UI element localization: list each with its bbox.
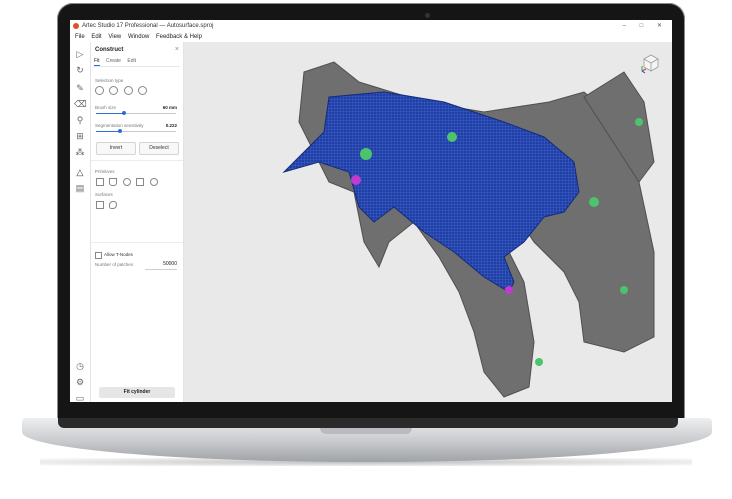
cylinder-icon[interactable] <box>96 178 104 186</box>
triangle-icon[interactable]: △ <box>74 166 86 178</box>
surfaces-group <box>96 201 121 211</box>
app-logo-icon <box>73 23 79 29</box>
brush-size-value: 60 mm <box>162 105 177 110</box>
tab-create[interactable]: Create <box>106 58 121 65</box>
brush-size-knob[interactable] <box>122 111 126 115</box>
allow-t-nodes-label: Allow T-Nodes <box>104 252 133 257</box>
torus-icon[interactable] <box>149 178 158 186</box>
panel-tabs: Fit Create Edit <box>94 58 180 67</box>
segmentation-knob[interactable] <box>118 129 122 133</box>
title-bar: Artec Studio 17 Professional — Autosurfa… <box>70 20 672 32</box>
window-title: Artec Studio 17 Professional — Autosurfa… <box>82 23 214 29</box>
layers-icon[interactable]: ▤ <box>74 182 86 194</box>
segmentation-value: 0.222 <box>165 123 177 128</box>
selection-type-group <box>95 86 151 97</box>
brush-size-label: Brush size <box>95 105 117 110</box>
3d-viewport[interactable] <box>184 42 672 402</box>
panel-divider <box>91 160 183 161</box>
segmentation-slider[interactable] <box>96 129 176 133</box>
lasso-select-icon[interactable] <box>95 86 104 95</box>
screen: Artec Studio 17 Professional — Autosurfa… <box>70 20 672 402</box>
brush-select-icon[interactable] <box>109 86 119 95</box>
left-toolbar: ▷ ↻ ✎ ⌫ ⚲ ⊞ ⁂ △ ▤ ◷ ⚙ ▭ <box>70 42 91 402</box>
window-controls[interactable]: – □ ✕ <box>623 22 668 29</box>
tab-edit[interactable]: Edit <box>127 58 136 65</box>
plane-icon[interactable] <box>136 178 145 186</box>
menu-edit[interactable]: Edit <box>91 34 101 40</box>
sphere-icon[interactable] <box>122 178 131 186</box>
history-icon[interactable]: ↻ <box>74 64 86 76</box>
brush-size-slider[interactable] <box>96 111 176 115</box>
grid-icon[interactable]: ⊞ <box>74 130 86 142</box>
primitives-label: Primitives <box>95 169 115 174</box>
pattern-icon[interactable]: ⁂ <box>74 146 86 158</box>
clock-icon[interactable]: ◷ <box>74 360 86 372</box>
model-canvas <box>282 61 655 398</box>
close-icon[interactable]: × <box>175 46 179 53</box>
fit-cylinder-button[interactable]: Fit cylinder <box>99 387 175 398</box>
blob-surface-icon[interactable] <box>109 201 118 209</box>
freeform-surface-icon[interactable] <box>96 201 104 209</box>
menu-feedback-help[interactable]: Feedback & Help <box>156 34 202 40</box>
laptop-notch <box>320 428 412 434</box>
segmentation-label: Segmentation sensitivity <box>95 123 144 128</box>
primitives-group <box>96 178 162 188</box>
patches-field[interactable]: 50000 <box>145 261 177 270</box>
laptop-hinge <box>58 418 678 428</box>
segmentation-fill <box>96 131 120 132</box>
webcam <box>425 13 430 18</box>
patches-label: Number of patches <box>95 262 134 267</box>
menu-view[interactable]: View <box>108 34 121 40</box>
chat-icon[interactable]: ▭ <box>74 392 86 402</box>
deselect-button[interactable]: Deselect <box>139 142 179 155</box>
settings-icon[interactable]: ⚙ <box>74 376 86 388</box>
rect-select-icon[interactable] <box>123 86 133 95</box>
construct-panel: Construct × Fit Create Edit Selection ty… <box>91 42 184 402</box>
menu-window[interactable]: Window <box>128 34 149 40</box>
invert-button[interactable]: Invert <box>96 142 136 155</box>
menu-file[interactable]: File <box>75 34 85 40</box>
brush-size-fill <box>96 113 124 114</box>
view-cube-icon[interactable] <box>640 52 662 74</box>
cone-icon[interactable] <box>109 178 118 186</box>
panel-title: Construct <box>95 47 124 53</box>
selection-type-label: Selection type <box>95 78 124 83</box>
smart-select-icon[interactable] <box>138 86 148 95</box>
surfaces-label: Surfaces <box>95 192 113 197</box>
tab-fit[interactable]: Fit <box>94 58 100 66</box>
play-icon[interactable]: ▷ <box>74 48 86 60</box>
brush-icon[interactable]: ⚲ <box>74 114 86 126</box>
pencil-icon[interactable]: ✎ <box>74 82 86 94</box>
eraser-icon[interactable]: ⌫ <box>74 98 87 110</box>
panel-divider-2 <box>91 242 183 243</box>
allow-t-nodes-checkbox[interactable] <box>95 252 102 259</box>
